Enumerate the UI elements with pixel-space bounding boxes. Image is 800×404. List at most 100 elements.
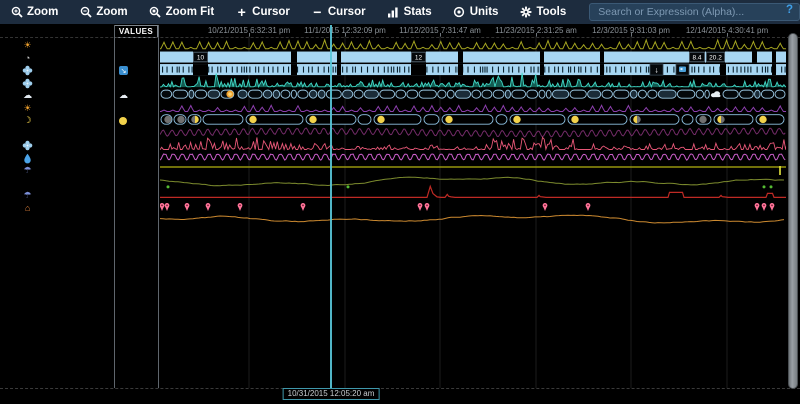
umbrella-icon: ☂ xyxy=(21,166,34,175)
channel-label: ☁ xyxy=(0,91,114,100)
moon-icon: ☽ xyxy=(21,116,34,125)
moon-gray-icon xyxy=(699,116,706,123)
toolbar-units-label: Units xyxy=(470,6,499,18)
toolbar-units-button[interactable]: Units xyxy=(453,6,499,19)
clock-icon: ◔ xyxy=(21,54,34,63)
toolbar-zoom-out-label: Zoom xyxy=(96,6,127,18)
channel-row-dewpoint[interactable] xyxy=(0,177,158,190)
toolbar-zoom-in-button[interactable]: Zoom xyxy=(10,6,58,19)
toolbar-zoom-fit-label: Zoom Fit xyxy=(166,6,215,18)
wind-icon xyxy=(21,78,34,89)
track-uv-index xyxy=(160,105,786,111)
channel-row-uv-index[interactable]: ☀ xyxy=(0,102,158,115)
toolbar-remove-cursor-button[interactable]: −Cursor xyxy=(311,6,366,19)
channel-label: ☂ xyxy=(0,191,114,200)
channel-row-wind-direction[interactable]: ↘ xyxy=(0,65,158,78)
vertical-scrollbar[interactable] xyxy=(788,33,798,389)
cursor-line[interactable] xyxy=(330,25,332,388)
gridlines xyxy=(249,36,727,388)
moon-full-icon xyxy=(309,116,316,123)
location-pin-icon xyxy=(425,203,430,211)
channel-row-solar-radiation[interactable]: ☀ xyxy=(0,40,158,53)
help-link[interactable]: ? xyxy=(786,4,793,16)
toolbar-stats-button[interactable]: Stats xyxy=(387,6,432,19)
channel-label: ◔ xyxy=(0,54,114,63)
circle-dot-icon xyxy=(453,6,466,19)
moon-half-right-icon xyxy=(191,116,198,123)
track-weather-conditions xyxy=(161,90,785,98)
wind-icon xyxy=(21,65,34,76)
search-input[interactable] xyxy=(589,3,800,21)
track-wind-gust xyxy=(160,137,786,149)
channel-row-pressure[interactable] xyxy=(0,215,158,228)
svg-text:12: 12 xyxy=(415,54,423,61)
track-humidity xyxy=(160,154,785,160)
toolbar: ZoomZoomZoom Fit+Cursor−CursorStatsUnits… xyxy=(0,0,800,24)
track-temperature xyxy=(160,128,785,137)
location-pin-icon xyxy=(301,203,306,211)
channel-row-humidity[interactable] xyxy=(0,152,158,165)
channel-row-updated-time[interactable]: ◔ xyxy=(0,52,158,65)
location-pin-icon xyxy=(165,203,170,211)
droplet-icon xyxy=(21,153,34,164)
channel-label xyxy=(0,65,114,76)
channel-label xyxy=(0,78,114,89)
moon-full-icon xyxy=(571,116,578,123)
channel-row-temperature[interactable] xyxy=(0,127,158,140)
channel-row-precip-1hour[interactable]: ☂ xyxy=(0,165,158,178)
location-pin-icon xyxy=(418,203,423,211)
svg-text:10: 10 xyxy=(197,54,205,61)
arrow-down-icon: ↓ xyxy=(655,66,659,75)
zoom-fit-icon xyxy=(149,6,162,19)
track-updated-time: 10128.420.2 xyxy=(160,52,786,63)
bar-chart-icon xyxy=(387,6,400,19)
toolbar-tools-button[interactable]: Tools xyxy=(519,6,566,19)
weather-telemetry-app: { "toolbar": { "buttons": [ {"id":"zoom-… xyxy=(0,0,800,404)
channel-label: ☀ xyxy=(0,41,114,50)
moon-full-icon xyxy=(377,116,384,123)
channel-list: ☀◔↘☁☁☀☽☂☂⌂ xyxy=(0,40,158,228)
track-precip-1hour xyxy=(160,166,786,175)
umbrella-icon: ☂ xyxy=(21,191,34,200)
location-pin-icon xyxy=(586,203,591,211)
minus-icon: − xyxy=(311,6,324,19)
cursor-timestamp-label: 10/31/2015 12:05:20 am xyxy=(283,388,380,400)
channel-label: ⌂ xyxy=(0,204,114,213)
channel-row-weather-conditions[interactable]: ☁☁ xyxy=(0,90,158,103)
toolbar-zoom-out-button[interactable]: Zoom xyxy=(79,6,127,19)
channel-row-wind-speed[interactable] xyxy=(0,77,158,90)
location-pin-icon xyxy=(185,203,190,211)
gear-icon xyxy=(519,6,532,19)
track-pressure xyxy=(160,215,784,223)
cloud-value-icon: ☁ xyxy=(119,91,128,100)
channel-label: ☽ xyxy=(0,116,114,125)
zoom-in-icon xyxy=(10,6,23,19)
track-solar-radiation xyxy=(160,40,786,49)
toolbar-zoom-fit-button[interactable]: Zoom Fit xyxy=(149,6,215,19)
moon-gray-icon xyxy=(177,116,184,123)
location-pin-icon xyxy=(543,203,548,211)
full-moon-value-icon xyxy=(119,117,127,125)
dew-marker-dot xyxy=(770,185,773,188)
toolbar-buttons: ZoomZoomZoom Fit+Cursor−CursorStatsUnits… xyxy=(10,6,587,19)
dew-marker-dot xyxy=(167,185,170,188)
location-pin-icon xyxy=(770,203,775,211)
channel-value: ☁ xyxy=(114,91,158,100)
sun-icon: ☀ xyxy=(21,104,34,113)
dew-marker-dot xyxy=(763,185,766,188)
location-pin-icon xyxy=(160,203,164,211)
cloud-condition-icon xyxy=(711,91,721,97)
track-precip-today xyxy=(160,186,786,197)
channel-value xyxy=(114,117,158,125)
location-pin-icon xyxy=(755,203,760,211)
toolbar-add-cursor-label: Cursor xyxy=(252,6,290,18)
moon-full-icon xyxy=(759,116,766,123)
channel-row-wind-gust[interactable] xyxy=(0,140,158,153)
chart-canvas[interactable]: 10128.420.2↓ xyxy=(160,36,786,388)
toolbar-zoom-in-label: Zoom xyxy=(27,6,58,18)
channel-row-location[interactable]: ⌂ xyxy=(0,202,158,215)
channel-row-moon-phase[interactable]: ☽ xyxy=(0,115,158,128)
channel-row-precip-today[interactable]: ☂ xyxy=(0,190,158,203)
svg-text:8.4: 8.4 xyxy=(692,54,701,61)
toolbar-add-cursor-button[interactable]: +Cursor xyxy=(235,6,290,19)
